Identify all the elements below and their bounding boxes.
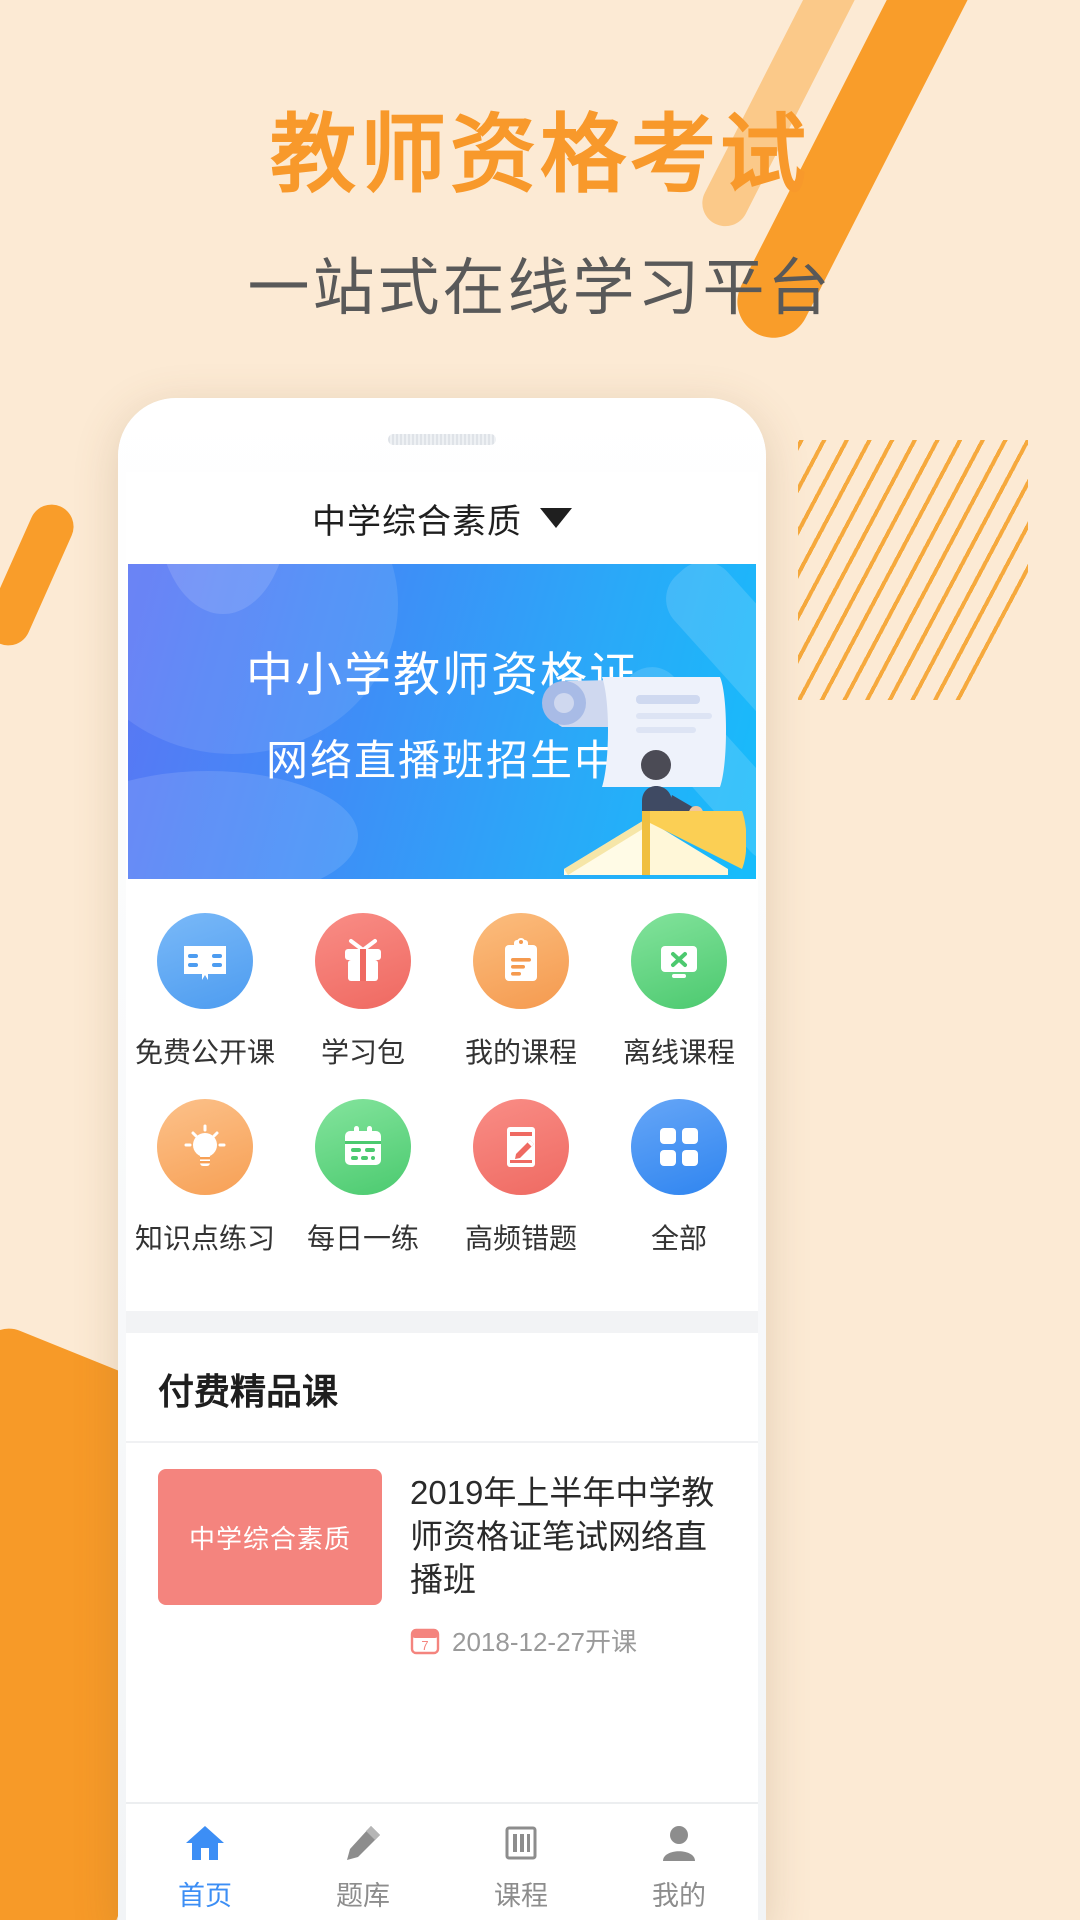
decor-stroke-left (0, 497, 81, 653)
grid-squares-icon (631, 1099, 727, 1195)
quick-action-all[interactable]: 全部 (600, 1099, 758, 1275)
person-reading-book-illustration (542, 677, 746, 875)
home-icon (186, 1825, 224, 1860)
calendar-icon (315, 1099, 411, 1195)
section-divider (126, 1311, 758, 1333)
phone-screen: 中学综合素质 中小学教师资格证 网络直播班招生中 免费公开课 学习包 我的课程 … (126, 472, 758, 1920)
paid-section-heading: 付费精品课 (126, 1333, 758, 1443)
course-info: 2019年上半年中学教师资格证笔试网络直播班 7 2018-12-27开课 (410, 1469, 726, 1659)
quick-action-daily-practice[interactable]: 每日一练 (284, 1099, 442, 1275)
calendar-icon: 7 (410, 1628, 440, 1655)
user-icon (663, 1825, 695, 1861)
quick-action-my-courses[interactable]: 我的课程 (442, 913, 600, 1089)
course-title: 2019年上半年中学教师资格证笔试网络直播班 (410, 1474, 715, 1599)
books-icon (505, 1826, 537, 1859)
quick-action-label: 每日一练 (306, 1223, 419, 1254)
quick-action-label: 高频错题 (464, 1223, 577, 1254)
open-book-icon (157, 913, 253, 1009)
promo-banner[interactable]: 中小学教师资格证 网络直播班招生中 (128, 564, 756, 879)
poster-title: 教师资格考试 (270, 107, 810, 203)
clipboard-icon (473, 913, 569, 1009)
course-start-date: 2018-12-27开课 (452, 1626, 637, 1657)
chevron-down-icon[interactable] (540, 508, 572, 528)
course-meta: 7 2018-12-27开课 (410, 1622, 726, 1659)
course-list-item[interactable]: 中学综合素质 2019年上半年中学教师资格证笔试网络直播班 7 2018-12-… (126, 1443, 758, 1683)
quick-action-label: 全部 (650, 1223, 707, 1254)
tab-profile[interactable]: 我的 (600, 1820, 758, 1913)
quick-action-free-class[interactable]: 免费公开课 (126, 913, 284, 1089)
bottom-tab-bar: 首页 题库 课程 我的 (126, 1802, 758, 1920)
svg-text:7: 7 (421, 1638, 428, 1653)
tab-label: 首页 (178, 1880, 232, 1911)
quick-action-knowledge-practice[interactable]: 知识点练习 (126, 1099, 284, 1275)
phone-speaker-grille (388, 434, 496, 445)
offline-download-icon (631, 913, 727, 1009)
quick-action-label: 我的课程 (464, 1037, 577, 1068)
quick-action-frequent-mistakes[interactable]: 高频错题 (442, 1099, 600, 1275)
tab-home[interactable]: 首页 (126, 1820, 284, 1913)
app-bar[interactable]: 中学综合素质 (126, 472, 758, 564)
tab-label: 我的 (652, 1880, 706, 1911)
tab-label: 题库 (336, 1880, 390, 1911)
decor-hatch-pattern (798, 440, 1028, 700)
quick-action-label: 免费公开课 (134, 1037, 275, 1068)
quick-action-offline-courses[interactable]: 离线课程 (600, 913, 758, 1089)
quick-action-label: 知识点练习 (134, 1223, 275, 1254)
poster-headline-group: 教师资格考试 一站式在线学习平台 (0, 108, 1080, 327)
poster-subtitle: 一站式在线学习平台 (247, 253, 833, 323)
phone-mockup: 中学综合素质 中小学教师资格证 网络直播班招生中 免费公开课 学习包 我的课程 … (118, 398, 766, 1920)
quick-action-study-pack[interactable]: 学习包 (284, 913, 442, 1089)
lightbulb-icon (157, 1099, 253, 1195)
quick-action-grid: 免费公开课 学习包 我的课程 离线课程 知识点练习 每日一练 高频错题 全部 (126, 879, 758, 1311)
quick-action-label: 学习包 (320, 1037, 405, 1068)
quick-action-row: 知识点练习 每日一练 高频错题 全部 (126, 1099, 758, 1275)
tab-question-bank[interactable]: 题库 (284, 1820, 442, 1913)
app-bar-title: 中学综合素质 (312, 502, 522, 541)
notebook-pencil-icon (473, 1099, 569, 1195)
tab-courses[interactable]: 课程 (442, 1820, 600, 1913)
quick-action-row: 免费公开课 学习包 我的课程 离线课程 (126, 913, 758, 1089)
quick-action-label: 离线课程 (622, 1037, 735, 1068)
course-thumbnail: 中学综合素质 (158, 1469, 382, 1605)
tab-label: 课程 (494, 1880, 548, 1911)
gift-icon (315, 913, 411, 1009)
pencil-icon (347, 1825, 380, 1860)
